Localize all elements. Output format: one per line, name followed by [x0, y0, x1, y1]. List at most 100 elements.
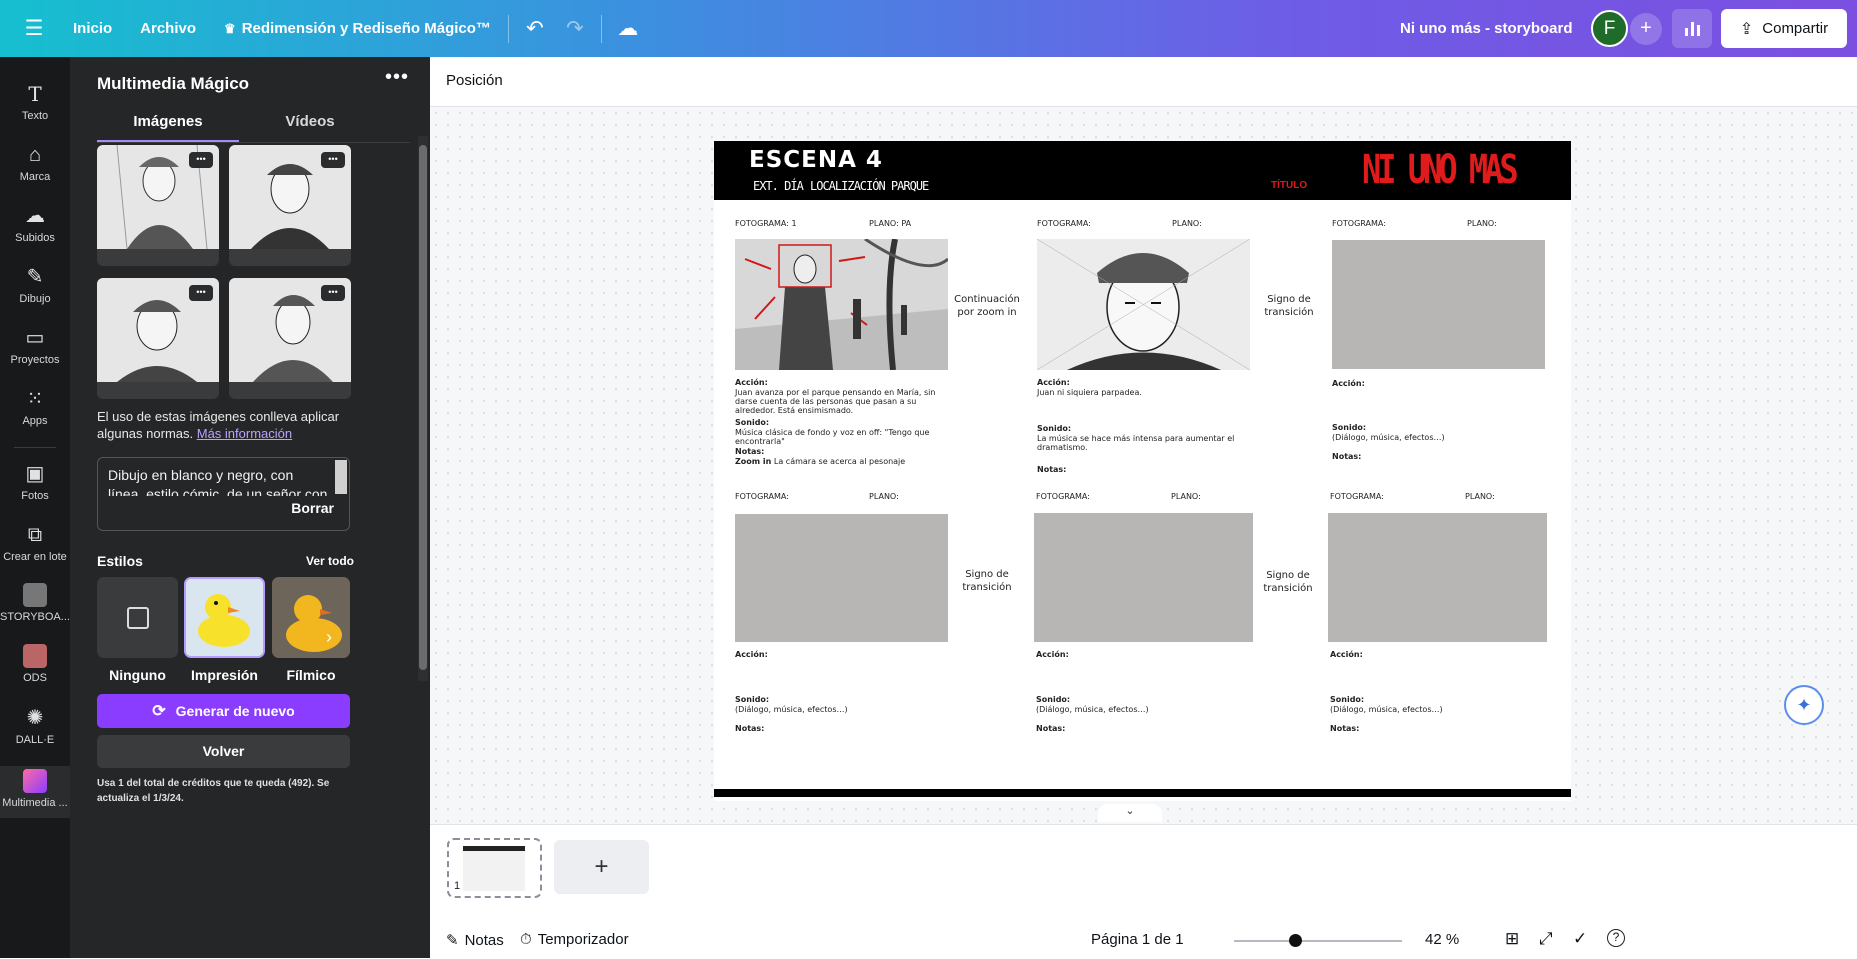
crown-icon: ♛: [224, 20, 236, 36]
notes-label-3: Notas:: [1332, 452, 1362, 461]
rail-item-ods[interactable]: ODS: [0, 644, 70, 684]
add-collaborator-icon[interactable]: +: [1630, 13, 1662, 45]
frame-placeholder-5[interactable]: [1034, 513, 1253, 642]
generated-image-3[interactable]: •••: [97, 278, 219, 399]
sound-text-1: Música clásica de fondo y voz en off: "T…: [735, 428, 930, 446]
image-options-icon[interactable]: •••: [321, 285, 345, 301]
styles-next-icon[interactable]: ›: [326, 627, 332, 648]
dalle-icon: ✺: [26, 707, 44, 729]
storyboard-page[interactable]: ESCENA 4 EXT. DÍA LOCALIZACIÓN PARQUE TÍ…: [714, 141, 1571, 801]
plane-label-4: PLANO:: [869, 492, 899, 501]
style-print[interactable]: [184, 577, 265, 658]
rail-label: Proyectos: [10, 354, 60, 366]
check-icon[interactable]: ✓: [1573, 929, 1587, 949]
rail-item-projects[interactable]: ▭ Proyectos: [0, 325, 70, 366]
more-info-link[interactable]: Más información: [197, 426, 292, 441]
tab-images[interactable]: Imágenes: [97, 105, 239, 142]
upload-icon: ☁: [25, 205, 45, 227]
image-options-icon[interactable]: •••: [189, 285, 213, 301]
page-indicator[interactable]: Página 1 de 1: [1091, 931, 1184, 948]
home-button[interactable]: Inicio: [62, 9, 123, 49]
file-menu[interactable]: Archivo: [129, 9, 207, 49]
rail-item-uploads[interactable]: ☁ Subidos: [0, 203, 70, 244]
rail-item-storyboard[interactable]: STORYBOA...: [0, 583, 70, 623]
scene-header: ESCENA 4 EXT. DÍA LOCALIZACIÓN PARQUE TÍ…: [714, 141, 1571, 200]
see-all-link[interactable]: Ver todo: [306, 554, 354, 568]
tab-videos[interactable]: Vídeos: [239, 105, 381, 140]
top-bar: ☰ Inicio Archivo ♛ Redimensión y Rediseñ…: [0, 0, 1857, 57]
frame-image-1[interactable]: [735, 239, 948, 370]
more-options-icon[interactable]: •••: [385, 66, 409, 89]
sound-label-2: Sonido:: [1037, 424, 1072, 433]
page-thumbnail[interactable]: 1: [447, 838, 542, 898]
apps-icon: ⁙: [26, 388, 44, 410]
add-page-button[interactable]: +: [554, 840, 649, 894]
footer-bar: [714, 789, 1571, 797]
fullscreen-icon[interactable]: ⤢: [1539, 929, 1553, 949]
rail-label: Apps: [22, 415, 48, 427]
back-button[interactable]: Volver: [97, 735, 350, 768]
expand-pages-icon[interactable]: ⌄: [1098, 804, 1162, 822]
grid-view-icon[interactable]: ⊞: [1505, 929, 1519, 949]
prompt-box[interactable]: Dibujo en blanco y negro, con línea, est…: [97, 457, 350, 531]
rail-label: Crear en lote: [3, 551, 67, 563]
text-icon: T: [28, 82, 42, 106]
thumbnail-preview: [463, 846, 525, 891]
style-none[interactable]: [97, 577, 178, 658]
rail-item-draw[interactable]: ✎ Dibujo: [0, 264, 70, 305]
rail-item-text[interactable]: T Texto: [0, 81, 70, 122]
image-options-icon[interactable]: •••: [321, 152, 345, 168]
avatar[interactable]: F: [1591, 10, 1628, 47]
help-icon[interactable]: ?: [1607, 929, 1625, 947]
rail-item-photos[interactable]: ▣ Fotos: [0, 461, 70, 502]
photo-icon: ▣: [25, 463, 45, 485]
action-label-3: Acción:: [1332, 379, 1365, 388]
menu-icon[interactable]: ☰: [14, 9, 54, 49]
generated-image-4[interactable]: •••: [229, 278, 351, 399]
transition-2: Signo de transición: [1264, 294, 1314, 318]
status-bar: ✎ Notas ⏱ Temporizador Página 1 de 1 42 % …: [430, 929, 1857, 959]
frame-placeholder-3[interactable]: [1332, 240, 1545, 369]
image-options-icon[interactable]: •••: [189, 152, 213, 168]
redo-icon[interactable]: ↷: [555, 9, 595, 49]
magic-assistant-icon[interactable]: ✦: [1784, 685, 1824, 725]
rail-item-dalle[interactable]: ✺ DALL·E: [0, 705, 70, 746]
insights-icon[interactable]: [1672, 9, 1712, 48]
action-label-4: Acción:: [735, 650, 768, 659]
rail-item-apps[interactable]: ⁙ Apps: [0, 386, 70, 427]
document-title[interactable]: Ni uno más - storyboard: [1400, 20, 1573, 37]
rail-item-bulk-create[interactable]: ⧉ Crear en lote: [0, 522, 70, 563]
generated-image-1[interactable]: •••: [97, 145, 219, 266]
rail-item-magic-media[interactable]: Multimedia ...: [0, 766, 70, 818]
timer-button[interactable]: ⏱ Temporizador: [520, 931, 629, 948]
frame-placeholder-4[interactable]: [735, 514, 948, 642]
share-button[interactable]: ⇪ Compartir: [1721, 9, 1847, 48]
timer-icon: ⏱: [520, 931, 532, 948]
prompt-scrollbar[interactable]: [335, 460, 347, 494]
frame-label-4: FOTOGRAMA:: [735, 492, 789, 501]
generated-image-2[interactable]: •••: [229, 145, 351, 266]
notes-button[interactable]: ✎ Notas: [446, 931, 504, 950]
frame-image-2[interactable]: [1037, 239, 1250, 370]
clear-button[interactable]: Borrar: [291, 500, 334, 516]
frame-placeholder-6[interactable]: [1328, 513, 1547, 642]
cloud-saved-icon[interactable]: ☁: [608, 9, 648, 49]
plane-label-1: PLANO: PA: [869, 219, 912, 228]
prompt-text[interactable]: Dibujo en blanco y negro, con línea, est…: [108, 466, 328, 496]
zoom-slider-handle[interactable]: [1289, 934, 1302, 947]
panel-scrollbar[interactable]: [419, 145, 427, 670]
zoom-level[interactable]: 42 %: [1425, 931, 1459, 948]
sound-text-6: (Diálogo, música, efectos…): [1330, 705, 1443, 714]
scene-ext: EXT. DÍA: [753, 179, 804, 193]
rail-item-brand[interactable]: ⌂ Marca: [0, 142, 70, 183]
share-icon: ⇪: [1739, 20, 1754, 38]
folder-icon: ▭: [25, 327, 45, 349]
sound-text-3: (Diálogo, música, efectos…): [1332, 433, 1445, 442]
undo-icon[interactable]: ↶: [515, 9, 555, 49]
position-button[interactable]: Posición: [446, 72, 503, 89]
magic-resize-button[interactable]: ♛ Redimensión y Rediseño Mágico™: [213, 9, 502, 49]
style-film[interactable]: [272, 577, 350, 658]
notes-label: Notas: [464, 931, 504, 949]
zoom-slider-track[interactable]: [1234, 940, 1402, 942]
generate-again-button[interactable]: ⟳ Generar de nuevo: [97, 694, 350, 728]
